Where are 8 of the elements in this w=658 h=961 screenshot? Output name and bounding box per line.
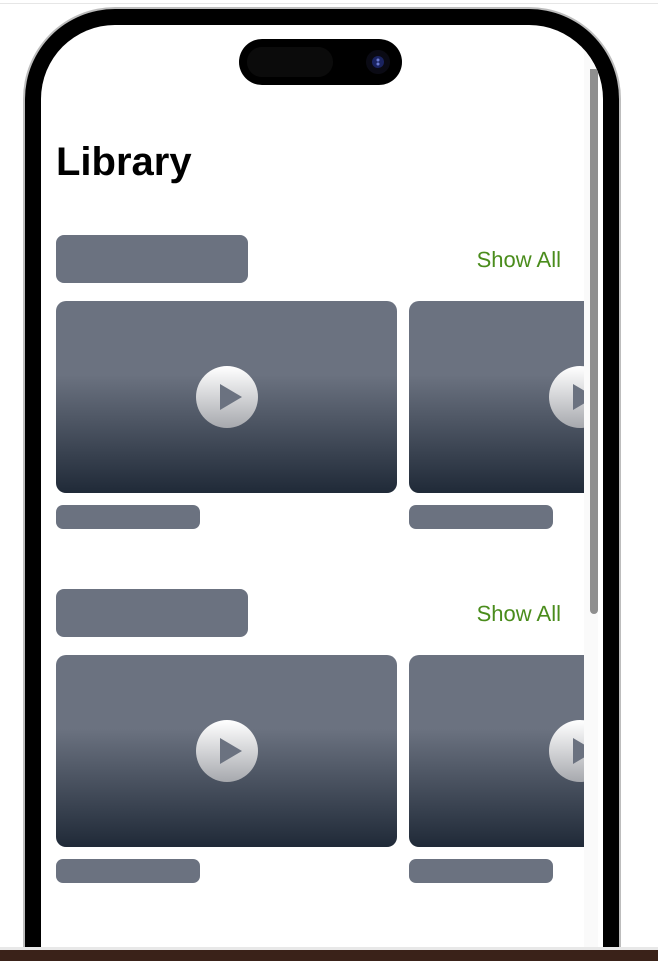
show-all-link[interactable]: Show All <box>476 596 561 630</box>
play-icon[interactable] <box>196 366 258 428</box>
play-icon[interactable] <box>196 720 258 782</box>
page-title: Library <box>56 139 193 185</box>
video-thumbnail[interactable] <box>56 301 397 493</box>
video-thumbnail[interactable] <box>56 655 397 847</box>
scrollbar-thumb[interactable] <box>590 69 598 614</box>
show-all-link[interactable]: Show All <box>476 242 561 276</box>
